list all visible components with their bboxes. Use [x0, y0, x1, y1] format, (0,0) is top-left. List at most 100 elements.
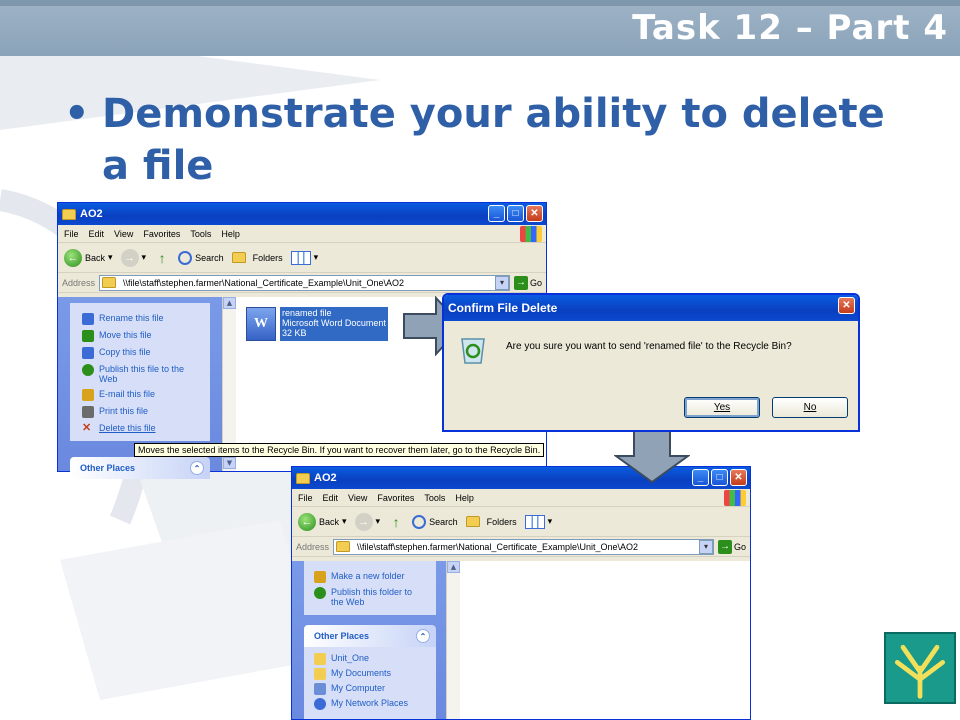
other-places-header[interactable]: Other Places ⌃	[304, 625, 436, 647]
maximize-button[interactable]: □	[507, 205, 524, 222]
search-button[interactable]: Search	[412, 514, 458, 529]
word-document-icon: W	[246, 307, 276, 341]
menu-help[interactable]: Help	[455, 493, 474, 503]
task-rename[interactable]: Rename this file	[82, 313, 164, 325]
no-button[interactable]: No	[772, 397, 848, 418]
task-label: Print this file	[99, 406, 149, 416]
close-button[interactable]: ✕	[838, 297, 855, 314]
yes-button[interactable]: Yes	[684, 397, 760, 418]
back-button[interactable]: ← Back ▾	[64, 248, 113, 267]
copy-icon	[82, 347, 94, 359]
place-label: My Documents	[331, 668, 392, 678]
scroll-up-button[interactable]: ▲	[447, 561, 460, 573]
dialog-titlebar[interactable]: Confirm File Delete ✕	[444, 295, 858, 321]
file-label: renamed file Microsoft Word Document 32 …	[280, 307, 388, 341]
forward-button[interactable]: → ▾	[120, 248, 147, 267]
folder-icon	[336, 541, 351, 552]
menu-bar: File Edit View Favorites Tools Help	[292, 489, 750, 507]
menu-favorites[interactable]: Favorites	[377, 493, 414, 503]
other-places-group: Unit_One My Documents My Computer My Net…	[304, 647, 436, 719]
move-icon	[82, 330, 94, 342]
task-move[interactable]: Move this file	[82, 330, 152, 342]
task-label: Publish this file to the Web	[99, 364, 185, 384]
folders-button[interactable]: Folders	[465, 516, 517, 527]
window-titlebar[interactable]: AO2 _ □ ✕	[58, 203, 546, 225]
menu-view[interactable]: View	[348, 493, 367, 503]
address-label: Address	[62, 277, 96, 288]
other-places-header[interactable]: Other Places ⌃	[70, 457, 210, 479]
forward-button[interactable]: → ▾	[354, 512, 380, 531]
collapse-icon[interactable]: ⌃	[416, 629, 430, 643]
menu-edit[interactable]: Edit	[323, 493, 339, 503]
address-input[interactable]: \\file\staff\stephen.farmer\National_Cer…	[333, 538, 714, 555]
search-button[interactable]: Search	[178, 250, 224, 265]
documents-folder-icon	[314, 668, 326, 680]
close-button[interactable]: ✕	[526, 205, 543, 222]
bullet-point: • Demonstrate your ability to delete a f…	[64, 88, 898, 192]
search-icon	[178, 250, 193, 265]
task-label: Make a new folder	[331, 571, 405, 581]
bullet-text: Demonstrate your ability to delete a fil…	[102, 91, 885, 189]
up-folder-icon[interactable]: ↑	[154, 250, 170, 266]
task-print[interactable]: Print this file	[82, 406, 148, 418]
menu-tools[interactable]: Tools	[190, 229, 211, 239]
menu-help[interactable]: Help	[221, 229, 240, 239]
chevron-down-icon: ▾	[141, 252, 147, 262]
menu-edit[interactable]: Edit	[89, 229, 105, 239]
go-button[interactable]: → Go	[717, 539, 750, 554]
task-publish[interactable]: Publish this file to the Web	[82, 364, 192, 384]
address-dropdown-icon[interactable]: ▾	[698, 539, 713, 554]
menu-favorites[interactable]: Favorites	[143, 229, 180, 239]
scroll-down-button[interactable]: ▼	[223, 457, 236, 469]
menu-tools[interactable]: Tools	[424, 493, 445, 503]
file-name: renamed file	[282, 308, 332, 318]
up-folder-icon[interactable]: ↑	[388, 514, 404, 530]
task-label: Move this file	[99, 330, 152, 340]
collapse-icon[interactable]: ⌃	[190, 461, 204, 475]
place-my-network[interactable]: My Network Places	[314, 698, 408, 710]
address-value: \\file\staff\stephen.farmer\National_Cer…	[357, 541, 639, 552]
place-my-documents[interactable]: My Documents	[314, 668, 391, 680]
menu-file[interactable]: File	[64, 229, 79, 239]
task-pane-scrollbar[interactable]: ▲	[446, 561, 460, 719]
task-publish-folder[interactable]: Publish this folder to the Web	[314, 587, 426, 607]
go-button[interactable]: → Go	[513, 275, 546, 290]
views-button[interactable]: ▾	[524, 514, 552, 529]
menu-view[interactable]: View	[114, 229, 133, 239]
back-label: Back	[319, 516, 340, 527]
maximize-button[interactable]: □	[711, 469, 728, 486]
email-icon	[82, 389, 94, 401]
search-icon	[412, 514, 427, 529]
task-email[interactable]: E-mail this file	[82, 389, 155, 401]
minimize-button[interactable]: _	[692, 469, 709, 486]
task-copy[interactable]: Copy this file	[82, 347, 151, 359]
task-pane: Make a new folder Publish this folder to…	[292, 561, 446, 719]
place-my-computer[interactable]: My Computer	[314, 683, 385, 695]
windows-logo-icon	[520, 226, 542, 242]
close-button[interactable]: ✕	[730, 469, 747, 486]
new-folder-icon	[314, 571, 326, 583]
back-label: Back	[85, 252, 106, 263]
scroll-up-button[interactable]: ▲	[223, 297, 236, 309]
views-button[interactable]: ▾	[290, 250, 318, 265]
folder-icon	[314, 653, 326, 665]
task-delete[interactable]: ✕ Delete this file	[82, 423, 156, 434]
folders-button[interactable]: Folders	[231, 252, 283, 263]
back-arrow-icon: ←	[64, 248, 82, 267]
task-new-folder[interactable]: Make a new folder	[314, 571, 405, 583]
window-title: AO2	[80, 208, 103, 220]
place-unit-one[interactable]: Unit_One	[314, 653, 369, 665]
menu-file[interactable]: File	[298, 493, 313, 503]
file-item-renamed[interactable]: W renamed file Microsoft Word Document 3…	[246, 307, 388, 341]
address-input[interactable]: \\file\staff\stephen.farmer\National_Cer…	[99, 274, 510, 291]
folders-label: Folders	[486, 516, 517, 527]
forward-arrow-icon: →	[120, 248, 139, 267]
folder-icon	[102, 277, 117, 288]
dialog-title: Confirm File Delete	[448, 301, 558, 315]
minimize-button[interactable]: _	[488, 205, 505, 222]
toolbar: ← Back ▾ → ▾ ↑ Search Folders ▾	[292, 507, 750, 537]
address-value: \\file\staff\stephen.farmer\National_Cer…	[123, 277, 405, 288]
back-button[interactable]: ← Back ▾	[298, 512, 347, 531]
address-dropdown-icon[interactable]: ▾	[494, 275, 509, 290]
file-type: Microsoft Word Document	[282, 318, 386, 328]
